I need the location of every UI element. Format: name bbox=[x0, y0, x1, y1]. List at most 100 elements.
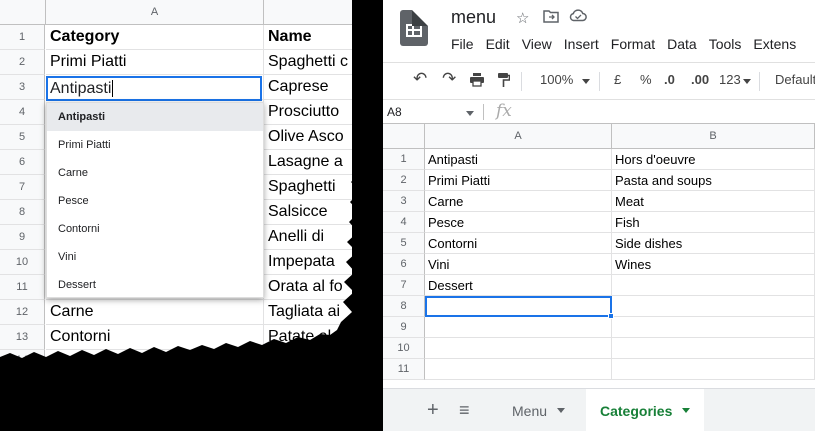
selected-cell-a8[interactable] bbox=[425, 296, 614, 319]
column-header-b[interactable]: B bbox=[612, 124, 815, 149]
row-header[interactable]: 4 bbox=[383, 212, 425, 233]
cell-editor-a3[interactable]: Antipasti bbox=[46, 76, 262, 101]
document-title[interactable]: menu bbox=[451, 7, 496, 28]
column-header-a[interactable]: A bbox=[46, 0, 264, 25]
category-cell[interactable]: Contorni bbox=[425, 233, 612, 254]
row-header[interactable]: 9 bbox=[383, 317, 425, 338]
increase-decimal-button[interactable]: .00 bbox=[691, 72, 709, 87]
cloud-status-icon[interactable] bbox=[569, 9, 587, 26]
row-header[interactable]: 10 bbox=[383, 338, 425, 359]
menu-file[interactable]: File bbox=[451, 36, 474, 52]
row-header[interactable]: 3 bbox=[383, 191, 425, 212]
description-cell[interactable]: Side dishes bbox=[612, 233, 815, 254]
category-cell[interactable]: Primi Piatti bbox=[425, 170, 612, 191]
row-header[interactable]: 8 bbox=[383, 296, 425, 317]
name-cell[interactable]: Salsicce bbox=[264, 200, 352, 225]
header-cell-name[interactable]: Name bbox=[264, 25, 352, 50]
dropdown-option[interactable]: Antipasti bbox=[47, 103, 263, 131]
row-header[interactable]: 11 bbox=[383, 359, 425, 380]
description-cell[interactable] bbox=[612, 338, 815, 359]
dropdown-option[interactable]: Contorni bbox=[47, 215, 263, 243]
star-icon[interactable]: ☆ bbox=[516, 9, 529, 27]
description-cell[interactable]: Fish bbox=[612, 212, 815, 233]
menu-edit[interactable]: Edit bbox=[486, 36, 510, 52]
row-header[interactable]: 6 bbox=[0, 150, 45, 175]
row-header[interactable]: 12 bbox=[0, 300, 45, 325]
dropdown-option[interactable]: Dessert bbox=[47, 271, 263, 299]
name-cell[interactable]: Spaghetti bbox=[264, 175, 352, 200]
select-all-corner[interactable] bbox=[383, 124, 425, 149]
row-header[interactable]: 1 bbox=[383, 149, 425, 170]
row-header[interactable]: 5 bbox=[383, 233, 425, 254]
row-header[interactable]: 7 bbox=[0, 175, 45, 200]
dropdown-option[interactable]: Carne bbox=[47, 159, 263, 187]
name-cell[interactable]: Olive Asco bbox=[264, 125, 352, 150]
zoom-select[interactable]: 100% bbox=[540, 72, 573, 87]
font-family-select[interactable]: Default bbox=[775, 72, 815, 87]
redo-icon[interactable]: ↷ bbox=[442, 69, 456, 89]
category-cell[interactable]: Contorni bbox=[46, 325, 264, 350]
name-cell[interactable]: Caprese bbox=[264, 75, 352, 100]
row-header[interactable]: 13 bbox=[0, 325, 45, 350]
select-all-corner[interactable] bbox=[0, 0, 46, 25]
sheet-tab-menu[interactable]: Menu bbox=[498, 389, 579, 431]
row-header[interactable]: 10 bbox=[0, 250, 45, 275]
name-cell[interactable]: Patate al f bbox=[264, 325, 352, 350]
description-cell[interactable] bbox=[612, 317, 815, 338]
description-cell[interactable]: Hors d'oeuvre bbox=[612, 149, 815, 170]
category-cell[interactable]: Contorni bbox=[46, 350, 264, 375]
row-header[interactable]: 14 bbox=[0, 350, 45, 370]
zoom-chevron-down-icon[interactable] bbox=[582, 79, 590, 84]
tab-chevron-down-icon[interactable] bbox=[557, 408, 566, 413]
row-header[interactable]: 8 bbox=[0, 200, 45, 225]
category-cell[interactable]: Carne bbox=[425, 191, 612, 212]
sheet-tab-categories[interactable]: Categories bbox=[586, 389, 705, 431]
name-cell[interactable]: Insala bbox=[264, 350, 352, 375]
format-currency-button[interactable]: £ bbox=[614, 72, 621, 87]
description-cell[interactable] bbox=[612, 275, 815, 296]
name-cell[interactable]: Anelli di bbox=[264, 225, 352, 250]
row-header[interactable]: 7 bbox=[383, 275, 425, 296]
category-cell[interactable] bbox=[425, 359, 612, 380]
menu-view[interactable]: View bbox=[522, 36, 552, 52]
undo-icon[interactable]: ↶ bbox=[413, 69, 427, 89]
category-cell[interactable]: Dessert bbox=[425, 275, 612, 296]
name-cell[interactable]: Orata al fo bbox=[264, 275, 352, 300]
row-header[interactable]: 6 bbox=[383, 254, 425, 275]
menu-insert[interactable]: Insert bbox=[564, 36, 599, 52]
name-box-chevron-down-icon[interactable] bbox=[466, 111, 474, 116]
print-icon[interactable] bbox=[469, 72, 485, 90]
fill-handle[interactable] bbox=[608, 313, 614, 319]
column-header-b[interactable] bbox=[264, 0, 352, 25]
dropdown-option[interactable]: Primi Piatti bbox=[47, 131, 263, 159]
row-header[interactable]: 3 bbox=[0, 75, 45, 100]
row-header[interactable]: 2 bbox=[0, 50, 45, 75]
row-header[interactable]: 5 bbox=[0, 125, 45, 150]
name-cell[interactable]: Impepata bbox=[264, 250, 352, 275]
description-cell[interactable]: Meat bbox=[612, 191, 815, 212]
format-percent-button[interactable]: % bbox=[640, 72, 652, 87]
row-header[interactable]: 11 bbox=[0, 275, 45, 300]
category-cell[interactable] bbox=[425, 317, 612, 338]
category-cell[interactable]: Pesce bbox=[425, 212, 612, 233]
category-cell[interactable]: Primi Piatti bbox=[46, 50, 264, 75]
description-cell[interactable]: Pasta and soups bbox=[612, 170, 815, 191]
name-cell[interactable]: Tagliata ai bbox=[264, 300, 352, 325]
description-cell[interactable]: Wines bbox=[612, 254, 815, 275]
menu-data[interactable]: Data bbox=[667, 36, 697, 52]
description-cell[interactable] bbox=[612, 359, 815, 380]
menu-format[interactable]: Format bbox=[611, 36, 655, 52]
column-header-a[interactable]: A bbox=[425, 124, 612, 149]
dropdown-option[interactable]: Pesce bbox=[47, 187, 263, 215]
description-cell[interactable] bbox=[612, 296, 815, 317]
more-formats-button[interactable]: 123 bbox=[719, 72, 741, 87]
move-to-folder-icon[interactable] bbox=[543, 9, 559, 27]
category-cell[interactable]: Vini bbox=[425, 254, 612, 275]
decrease-decimal-button[interactable]: .0 bbox=[664, 72, 675, 87]
row-header[interactable]: 2 bbox=[383, 170, 425, 191]
menu-extensions[interactable]: Extens bbox=[753, 36, 796, 52]
all-sheets-icon[interactable]: ≡ bbox=[445, 389, 484, 431]
name-box[interactable]: A8 bbox=[387, 105, 402, 119]
paint-format-icon[interactable] bbox=[497, 72, 511, 91]
tab-chevron-down-icon[interactable] bbox=[682, 408, 691, 413]
